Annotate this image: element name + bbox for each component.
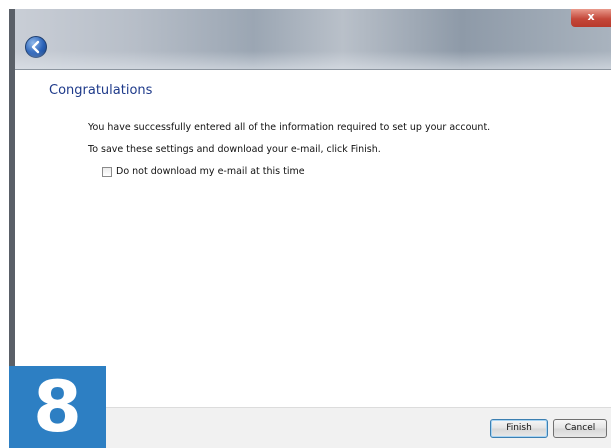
do-not-download-option[interactable]: Do not download my e-mail at this time [102, 166, 305, 177]
success-message: You have successfully entered all of the… [88, 122, 491, 133]
close-button[interactable]: x [571, 9, 611, 27]
do-not-download-checkbox[interactable] [102, 166, 112, 177]
page-title: Congratulations [49, 83, 153, 98]
title-bar: x [15, 9, 611, 70]
finish-button[interactable]: Finish [490, 419, 548, 438]
cancel-button[interactable]: Cancel [553, 419, 607, 438]
close-icon: x [587, 10, 595, 23]
step-number-badge: 8 [9, 366, 106, 448]
do-not-download-label: Do not download my e-mail at this time [116, 166, 305, 177]
back-arrow-icon[interactable] [25, 36, 47, 58]
back-arrow-glyph [31, 40, 40, 54]
instruction-message: To save these settings and download your… [88, 144, 381, 155]
